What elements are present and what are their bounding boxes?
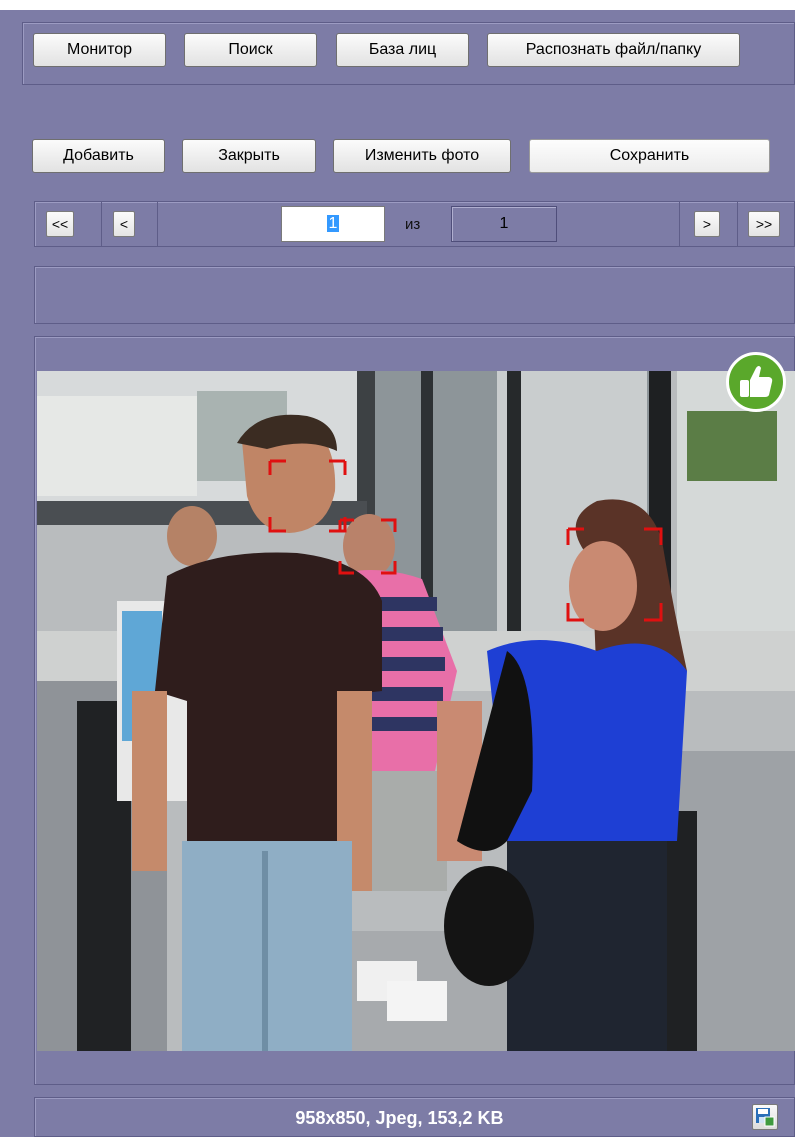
save-button[interactable]: Сохранить [529,139,770,173]
change-photo-button[interactable]: Изменить фото [333,139,511,173]
search-button[interactable]: Поиск [184,33,317,67]
of-label: из [405,216,421,233]
faces-db-button[interactable]: База лиц [336,33,469,67]
next-page-button[interactable]: > [694,211,720,237]
image-info-text: 958x850, Jpeg, 153,2 KB [295,1108,504,1128]
window-top-edge [0,0,795,10]
pager-divider [737,201,738,247]
last-page-button[interactable]: >> [748,211,780,237]
pager-divider [157,201,158,247]
prev-page-button[interactable]: < [113,211,135,237]
thumbs-up-icon [726,352,786,412]
total-pages-field: 1 [451,206,557,242]
photo-image [37,371,795,1051]
name-panel [34,266,795,324]
close-button[interactable]: Закрыть [182,139,316,173]
recognize-file-button[interactable]: Распознать файл/папку [487,33,740,67]
image-info-bar: 958x850, Jpeg, 153,2 KB [34,1097,795,1137]
first-page-button[interactable]: << [46,211,74,237]
save-icon[interactable] [752,1104,778,1130]
page-number-input[interactable]: 1 [281,206,385,242]
pager-divider [101,201,102,247]
add-button[interactable]: Добавить [32,139,165,173]
page-number-value: 1 [326,215,340,232]
pager-divider [679,201,680,247]
monitor-button[interactable]: Монитор [33,33,166,67]
